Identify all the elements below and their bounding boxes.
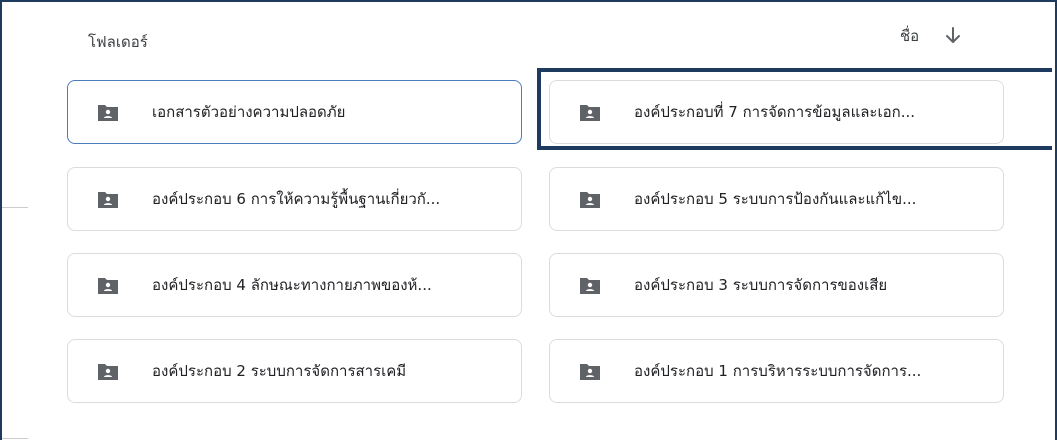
left-divider-tick [2,438,28,439]
section-label: โฟลเดอร์ [88,33,148,51]
folder-name: องค์ประกอบ 6 การให้ความรู้พื้นฐานเกี่ยวก… [152,190,441,208]
sort-label[interactable]: ชื่อ [900,24,919,48]
shared-folder-icon [96,276,120,296]
folder-card-6[interactable]: องค์ประกอบ 2 ระบบการจัดการสารเคมี [67,339,522,403]
shared-folder-icon [578,276,602,296]
shared-folder-icon [578,362,602,382]
folder-card-2[interactable]: องค์ประกอบ 6 การให้ความรู้พื้นฐานเกี่ยวก… [67,167,522,231]
folder-card-5[interactable]: องค์ประกอบ 3 ระบบการจัดการของเสีย [549,253,1004,317]
folder-name: เอกสารตัวอย่างความปลอดภัย [152,103,346,121]
folder-name: องค์ประกอบ 3 ระบบการจัดการของเสีย [634,276,888,294]
left-divider-tick [2,207,28,208]
shared-folder-icon [96,362,120,382]
folder-card-4[interactable]: องค์ประกอบ 4 ลักษณะทางกายภาพของห้... [67,253,522,317]
folder-card-3[interactable]: องค์ประกอบ 5 ระบบการป้องกันและแก้ไข... [549,167,1004,231]
folder-card-0[interactable]: เอกสารตัวอย่างความปลอดภัย [67,80,522,144]
sort-control[interactable]: ชื่อ [900,24,963,48]
folder-name: องค์ประกอบ 5 ระบบการป้องกันและแก้ไข... [634,190,917,208]
folder-name: องค์ประกอบ 1 การบริหารระบบการจัดการ... [634,362,922,380]
arrow-down-icon[interactable] [943,26,963,46]
shared-folder-icon [578,190,602,210]
shared-folder-icon [96,190,120,210]
folder-card-7[interactable]: องค์ประกอบ 1 การบริหารระบบการจัดการ... [549,339,1004,403]
annotation-highlight [537,68,1052,150]
shared-folder-icon [96,103,120,123]
folder-name: องค์ประกอบ 2 ระบบการจัดการสารเคมี [152,362,407,380]
folder-name: องค์ประกอบ 4 ลักษณะทางกายภาพของห้... [152,276,432,294]
